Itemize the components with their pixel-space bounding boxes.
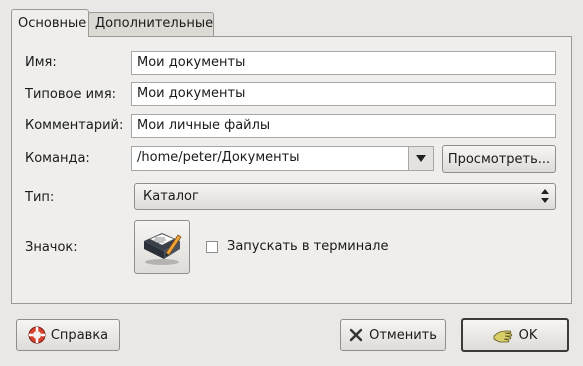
icon-picker-button[interactable] bbox=[134, 220, 190, 274]
tab-label: Дополнительные bbox=[95, 16, 214, 31]
run-in-terminal-checkbox[interactable] bbox=[206, 241, 218, 253]
command-label: Команда: bbox=[25, 151, 90, 166]
icon-label: Значок: bbox=[25, 240, 78, 255]
chevron-down-icon bbox=[416, 154, 426, 162]
run-in-terminal-label[interactable]: Запускать в терминале bbox=[227, 239, 388, 254]
command-dropdown-button[interactable] bbox=[408, 147, 433, 170]
type-select[interactable]: Каталог bbox=[134, 183, 556, 210]
name-input[interactable]: Мои документы bbox=[131, 51, 556, 75]
tab-basic[interactable]: Основные bbox=[11, 9, 89, 37]
generic-name-label: Типовое имя: bbox=[25, 87, 117, 102]
folder-document-pencil-icon bbox=[144, 233, 182, 265]
generic-name-input[interactable]: Мои документы bbox=[131, 82, 556, 106]
comment-input[interactable]: Мои личные файлы bbox=[131, 114, 556, 138]
cancel-button[interactable]: Отменить bbox=[340, 319, 446, 351]
help-button[interactable]: Справка bbox=[16, 319, 120, 351]
cancel-x-icon bbox=[349, 328, 363, 342]
type-select-value: Каталог bbox=[143, 189, 199, 204]
cancel-button-label: Отменить bbox=[369, 327, 437, 343]
tab-label: Основные bbox=[18, 16, 87, 31]
ok-button[interactable]: OK bbox=[461, 318, 569, 352]
ok-hand-icon bbox=[493, 330, 512, 343]
name-label: Имя: bbox=[25, 55, 57, 70]
spin-arrows-icon bbox=[541, 189, 549, 203]
browse-button[interactable]: Просмотреть... bbox=[442, 145, 556, 173]
comment-label: Комментарий: bbox=[25, 118, 124, 133]
type-label: Тип: bbox=[25, 190, 55, 205]
lifebuoy-icon bbox=[28, 326, 46, 344]
browse-button-label: Просмотреть... bbox=[447, 151, 551, 167]
command-input[interactable]: /home/peter/Документы bbox=[132, 147, 408, 170]
tab-advanced[interactable]: Дополнительные bbox=[88, 12, 214, 36]
ok-button-label: OK bbox=[518, 327, 538, 343]
help-button-label: Справка bbox=[50, 327, 109, 343]
launcher-properties-dialog: Дополнительные Основные Имя: Мои докумен… bbox=[0, 0, 583, 366]
command-combo[interactable]: /home/peter/Документы bbox=[131, 146, 434, 171]
